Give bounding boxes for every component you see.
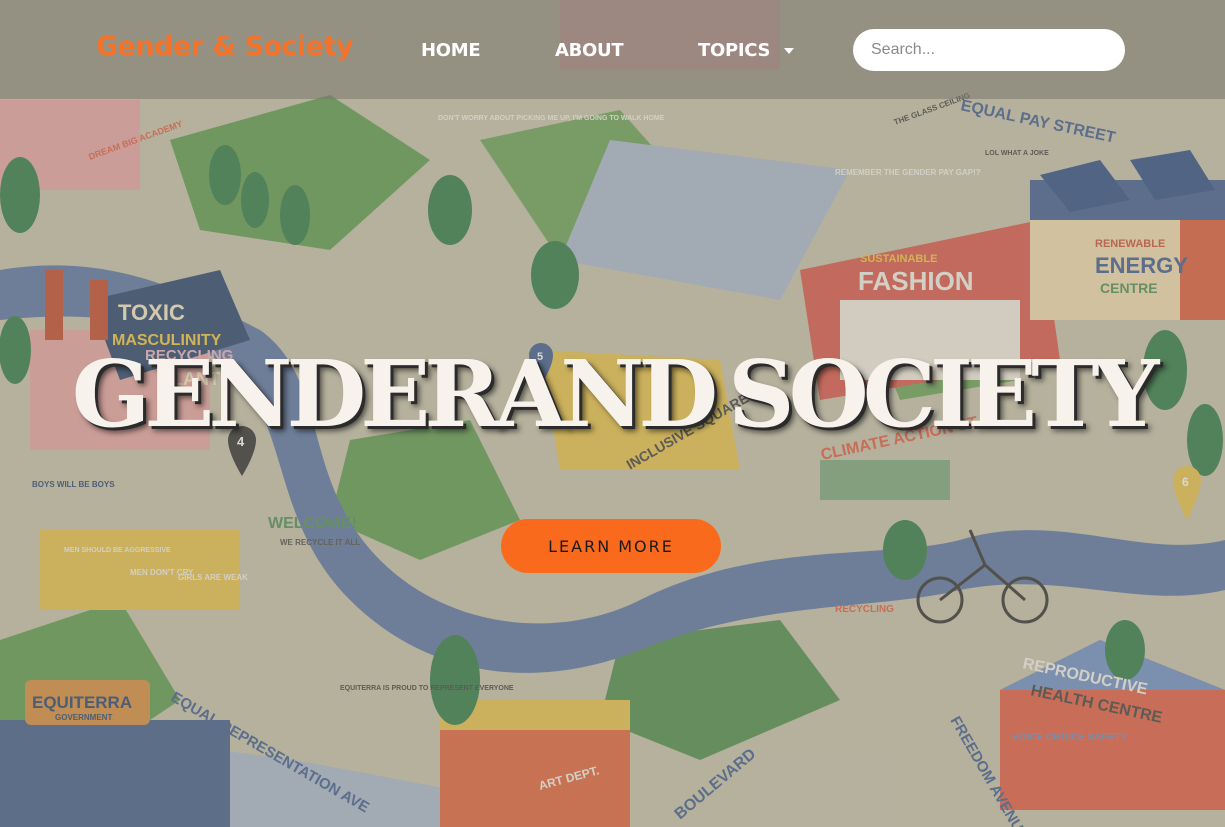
hero-title: GENDERAND SOCIETY	[71, 340, 1160, 448]
nav-topics-label: TOPICS	[698, 40, 771, 61]
learn-more-button[interactable]: LEARN MORE	[501, 519, 721, 573]
caret-down-icon	[784, 47, 795, 54]
nav-home[interactable]: HOME	[421, 40, 481, 61]
site-logo[interactable]: Gender & Society	[96, 31, 354, 62]
nav-about[interactable]: ABOUT	[555, 40, 624, 61]
search-input[interactable]	[853, 29, 1125, 71]
navbar: Gender & Society HOME ABOUT TOPICS	[0, 0, 1225, 99]
nav-topics[interactable]: TOPICS	[698, 40, 795, 61]
